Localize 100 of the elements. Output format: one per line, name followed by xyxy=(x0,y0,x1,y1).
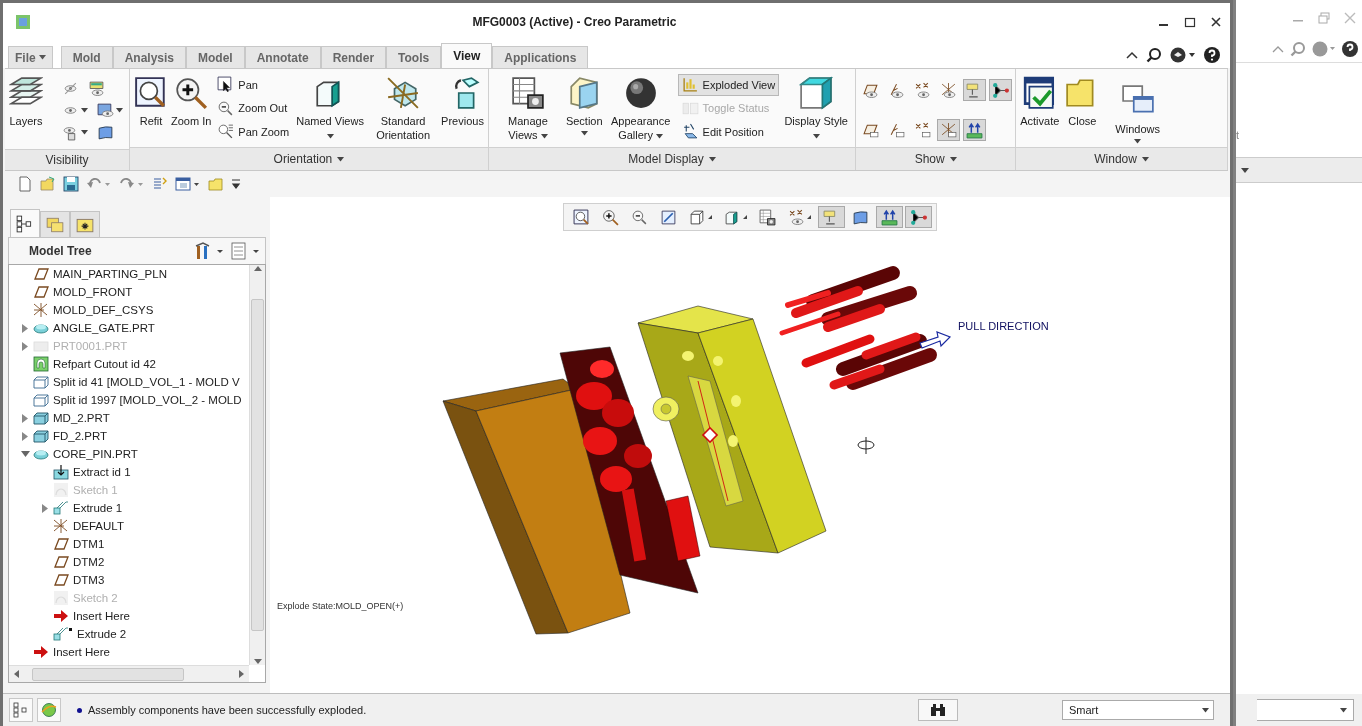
tree-view-icon[interactable] xyxy=(10,209,40,237)
toolbar-button[interactable] xyxy=(905,206,932,228)
tree-item[interactable]: MAIN_PARTING_PLN xyxy=(53,268,167,280)
zoom-in-icon xyxy=(174,76,209,110)
tree-item[interactable]: DTM3 xyxy=(73,574,105,586)
binoculars-icon[interactable] xyxy=(918,699,958,721)
expand-arrow-icon[interactable] xyxy=(41,503,49,513)
ribbon-button[interactable]: Activate xyxy=(1019,71,1061,146)
tree-item[interactable]: Insert Here xyxy=(73,610,130,622)
tree-item[interactable]: MOLD_FRONT xyxy=(53,286,133,298)
caret-icon xyxy=(38,55,46,60)
maximize-icon[interactable] xyxy=(1184,15,1196,28)
search-icon[interactable] xyxy=(1146,47,1162,63)
ribbon-button[interactable]: Close xyxy=(1064,71,1101,146)
settings-tools-icon[interactable] xyxy=(195,242,225,260)
ribbon-tab[interactable]: Analysis xyxy=(112,46,187,68)
axis-tag-icon xyxy=(888,121,906,139)
ribbon-button[interactable]: Display Style xyxy=(780,71,853,146)
ribbon-button[interactable]: Zoom In xyxy=(170,71,213,146)
help-icon[interactable] xyxy=(1204,47,1220,63)
new-file-icon[interactable] xyxy=(17,176,33,192)
favorites-folder-icon[interactable] xyxy=(70,211,100,237)
user-circle-icon[interactable] xyxy=(1170,47,1196,63)
expand-arrow-icon[interactable] xyxy=(21,413,29,423)
ribbon-button[interactable]: Appearance Gallery xyxy=(604,71,677,146)
group-label[interactable]: Model Display xyxy=(628,152,716,167)
corner-caret-icon xyxy=(807,215,811,219)
group-label[interactable]: Orientation xyxy=(273,152,345,167)
ribbon-button[interactable]: Exploded View xyxy=(677,73,780,96)
globe-icon[interactable] xyxy=(37,698,61,722)
ribbon-button[interactable]: Named Views xyxy=(294,71,367,146)
toolbar-button[interactable] xyxy=(876,206,903,228)
vertical-scrollbar[interactable] xyxy=(249,265,265,665)
ribbon-tab[interactable]: Applications xyxy=(492,46,589,68)
ribbon-button[interactable]: Pan Zoom xyxy=(213,120,294,143)
status-message: Assembly components have been successfully exploded. xyxy=(77,704,367,716)
expand-arrow-icon[interactable] xyxy=(21,431,29,441)
file-menu[interactable]: File xyxy=(8,46,53,68)
cube-axes-icon xyxy=(386,76,421,110)
ribbon-button[interactable]: Windows xyxy=(1114,71,1161,146)
caret-icon xyxy=(326,134,334,139)
tree-item[interactable]: FD_2.PRT xyxy=(53,430,108,442)
tree-view-icon[interactable] xyxy=(9,698,33,722)
tree-item[interactable]: Extrude 2 xyxy=(77,628,127,640)
collapse-ribbon-icon[interactable] xyxy=(1126,50,1138,60)
close-icon[interactable] xyxy=(1210,15,1222,28)
ribbon-tab[interactable]: Tools xyxy=(386,46,442,68)
group-label[interactable]: Visibility xyxy=(45,153,89,167)
group-label[interactable]: Show xyxy=(914,152,957,167)
sphere-icon xyxy=(623,76,658,110)
filter-dropdown[interactable]: Smart xyxy=(1062,700,1214,720)
tree-item[interactable]: DTM2 xyxy=(73,556,105,568)
horizontal-scrollbar[interactable] xyxy=(9,665,249,682)
collapse-arrow-icon[interactable] xyxy=(21,450,30,458)
extrude-icon xyxy=(53,626,73,642)
filter-value: Smart xyxy=(1069,704,1099,716)
tree-item[interactable]: MOLD_DEF_CSYS xyxy=(53,304,154,316)
ribbon-tab[interactable]: View xyxy=(441,43,493,68)
ribbon-tab[interactable]: Annotate xyxy=(244,46,321,68)
scroll-left-icon[interactable] xyxy=(13,670,20,678)
show-list-icon[interactable] xyxy=(231,242,261,260)
tree-item[interactable]: Refpart Cutout id 42 xyxy=(53,358,156,370)
expand-arrow-icon[interactable] xyxy=(21,323,29,333)
tree-item[interactable]: Split id 1997 [MOLD_VOL_2 - MOLD xyxy=(53,394,242,406)
panel-icon xyxy=(852,208,869,226)
app-icon xyxy=(15,13,31,30)
toolbar-button[interactable] xyxy=(989,79,1013,101)
tree-item[interactable]: Extract id 1 xyxy=(73,466,131,478)
dropdown-field[interactable] xyxy=(1257,699,1354,721)
toolbar-button[interactable] xyxy=(963,119,987,142)
ribbon-button[interactable]: Manage Views xyxy=(491,71,564,146)
tree-item[interactable]: Insert Here xyxy=(53,646,110,658)
save-icon[interactable] xyxy=(63,176,79,192)
group-label[interactable]: Window xyxy=(1094,152,1149,167)
ribbon-button[interactable]: Refit xyxy=(133,71,169,146)
ribbon-tab[interactable]: Render xyxy=(320,46,387,68)
checkmark-window-icon xyxy=(1022,76,1057,110)
window-icon[interactable] xyxy=(175,176,201,192)
ribbon-tab[interactable]: Mold xyxy=(60,46,113,68)
tree-item[interactable]: DTM1 xyxy=(73,538,105,550)
ribbon-tab[interactable]: Model xyxy=(186,46,245,68)
scroll-down-icon[interactable] xyxy=(253,658,262,665)
ribbon-button[interactable]: Previous xyxy=(440,71,485,146)
tree-item[interactable]: MD_2.PRT xyxy=(53,412,110,424)
help-icon[interactable] xyxy=(1342,41,1358,57)
tree-item[interactable]: CORE_PIN.PRT xyxy=(53,448,138,460)
ribbon-button[interactable]: Edit Position xyxy=(677,120,780,143)
axis-display-icon xyxy=(888,81,906,99)
scroll-right-icon[interactable] xyxy=(238,670,245,678)
ribbon-button[interactable]: Zoom Out xyxy=(213,97,294,120)
ribbon-button[interactable]: Layers xyxy=(8,71,44,147)
ribbon-button[interactable]: Section xyxy=(564,71,604,146)
tree-item[interactable]: Extrude 1 xyxy=(73,502,123,514)
tree-item[interactable]: DEFAULT xyxy=(73,520,124,532)
tree-item[interactable]: Split id 41 [MOLD_VOL_1 - MOLD V xyxy=(53,376,240,388)
arrows-base-icon xyxy=(966,121,984,139)
ribbon-button[interactable]: Standard Orientation xyxy=(367,71,440,146)
ribbon-button[interactable]: Pan xyxy=(213,73,294,96)
point-tag-icon xyxy=(914,121,932,139)
tree-item[interactable]: ANGLE_GATE.PRT xyxy=(53,322,155,334)
